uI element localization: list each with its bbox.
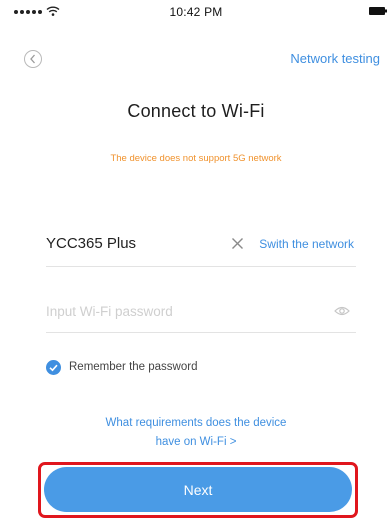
chevron-left-icon: [30, 54, 35, 64]
remember-password-checkbox[interactable]: Remember the password: [46, 358, 197, 376]
back-button[interactable]: [24, 50, 42, 68]
network-name: YCC365 Plus: [46, 235, 137, 252]
eye-icon[interactable]: [334, 305, 350, 317]
battery-icon: [369, 7, 387, 15]
status-bar: 10:42 PM: [0, 0, 392, 24]
requirements-line-1: What requirements does the device: [105, 417, 287, 429]
requirements-line-2: have on Wi-Fi >: [155, 436, 237, 448]
wifi-connect-screen: 10:42 PM Network testing Connect to Wi-F…: [0, 0, 392, 521]
network-row: YCC365 Plus Swith the network: [46, 227, 356, 267]
remember-password-label: Remember the password: [69, 361, 198, 373]
page-title: Connect to Wi-Fi: [127, 101, 265, 121]
password-row: [46, 293, 356, 333]
next-button[interactable]: Next: [44, 467, 352, 512]
check-circle-icon: [46, 359, 61, 375]
switch-network-link[interactable]: Swith the network: [259, 237, 354, 251]
close-icon[interactable]: [231, 237, 244, 250]
wifi-requirements-link[interactable]: What requirements does the device have o…: [0, 414, 392, 452]
network-testing-link[interactable]: Network testing: [290, 51, 380, 66]
wifi-password-input[interactable]: [46, 298, 316, 324]
5g-warning-text: The device does not support 5G network: [110, 153, 282, 164]
status-time: 10:42 PM: [169, 5, 223, 19]
